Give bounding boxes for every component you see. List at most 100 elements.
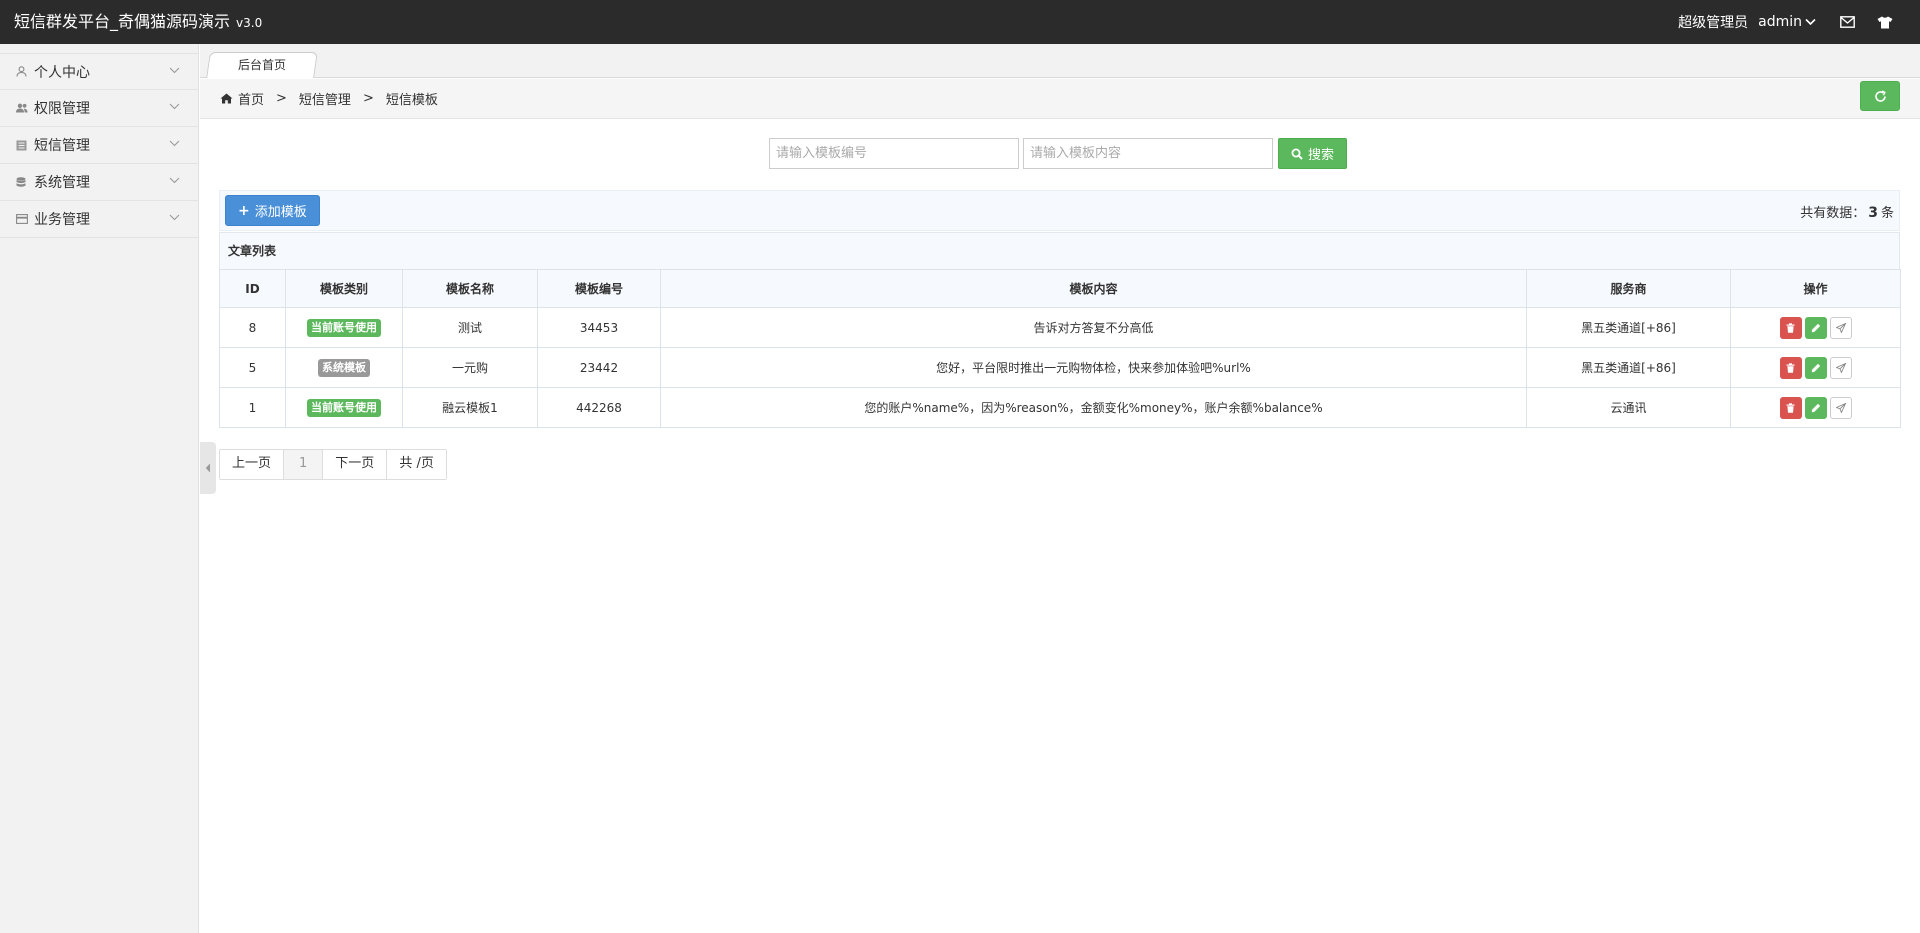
trash-icon: [1786, 402, 1795, 413]
send-button[interactable]: [1829, 396, 1852, 419]
refresh-icon: [1874, 89, 1886, 102]
send-button[interactable]: [1829, 316, 1852, 339]
cell-id: 1: [219, 387, 286, 428]
cell-category: 当前账号使用: [285, 387, 403, 428]
cell-name: 一元购: [402, 347, 538, 388]
table-row: 5 系统模板 一元购 23442 您好，平台限时推出一元购物体检，快来参加体验吧…: [219, 347, 1901, 388]
sidebar-item-system[interactable]: 系统管理: [0, 164, 198, 201]
search-bar: 搜索: [769, 138, 1348, 169]
paper-plane-icon: [1835, 402, 1846, 413]
breadcrumb-sms-management[interactable]: 短信管理: [299, 89, 351, 108]
cell-code: 23442: [537, 347, 661, 388]
paper-plane-icon: [1835, 362, 1846, 373]
cell-content: 您好，平台限时推出一元购物体检，快来参加体验吧%url%: [660, 347, 1527, 388]
category-badge: 当前账号使用: [307, 398, 381, 417]
chevron-down-icon: [1805, 18, 1816, 26]
category-badge: 当前账号使用: [307, 318, 381, 337]
pagination: 上一页 1 下一页 共 /页: [219, 449, 447, 480]
sidebar-item-label: 系统管理: [34, 175, 90, 191]
cell-id: 5: [219, 347, 286, 388]
sidebar-item-business[interactable]: 业务管理: [0, 201, 198, 238]
cell-content: 您的账户%name%，因为%reason%，金额变化%money%，账户余额%b…: [660, 387, 1527, 428]
chevron-down-icon: [169, 140, 180, 147]
app-title-text: 短信群发平台_奇偶猫源码演示: [14, 12, 231, 31]
delete-button[interactable]: [1779, 396, 1802, 419]
column-header-content: 模板内容: [660, 269, 1527, 308]
column-header-provider: 服务商: [1526, 269, 1731, 308]
table-title: 文章列表: [219, 232, 1900, 269]
total-prefix: 共有数据：: [1800, 206, 1866, 221]
template-code-input[interactable]: [769, 138, 1019, 169]
user-role: 超级管理员: [1678, 15, 1749, 31]
current-page[interactable]: 1: [284, 450, 324, 479]
table-row: 8 当前账号使用 测试 34453 告诉对方答复不分高低 黑五类通道[+86]: [219, 307, 1901, 348]
template-content-input[interactable]: [1023, 138, 1273, 169]
refresh-button[interactable]: [1860, 81, 1900, 111]
list-toolbar: + 添加模板 共有数据： 3 条: [219, 190, 1900, 231]
shirt-icon[interactable]: [1876, 13, 1894, 31]
sidebar-item-label: 短信管理: [34, 138, 90, 154]
sidebar: 个人中心 权限管理 短信管理 系统管理 业务管理: [0, 44, 199, 933]
edit-button[interactable]: [1804, 316, 1827, 339]
column-header-actions: 操作: [1730, 269, 1901, 308]
column-header-id: ID: [219, 269, 286, 308]
card-icon: [16, 213, 28, 225]
template-table-panel: 文章列表 ID 模板类别 模板名称 模板编号 模板内容 服务商 操作 8 当前账…: [219, 232, 1901, 428]
trash-icon: [1786, 362, 1795, 373]
chevron-down-icon: [169, 177, 180, 184]
users-icon: [16, 102, 28, 114]
edit-button[interactable]: [1804, 356, 1827, 379]
database-icon: [16, 176, 28, 188]
prev-page-button[interactable]: 上一页: [220, 450, 285, 479]
user-menu[interactable]: admin: [1758, 14, 1816, 30]
search-button[interactable]: 搜索: [1278, 138, 1348, 169]
category-badge: 系统模板: [318, 358, 370, 377]
chevron-left-icon: [205, 463, 210, 473]
delete-button[interactable]: [1779, 316, 1802, 339]
column-header-category: 模板类别: [285, 269, 403, 308]
add-template-label: 添加模板: [254, 205, 307, 220]
top-bar: 短信群发平台_奇偶猫源码演示 v3.0 超级管理员 admin: [0, 0, 1920, 44]
sidebar-item-label: 业务管理: [34, 212, 90, 228]
app-version: v3.0: [236, 16, 263, 30]
cell-actions: [1730, 307, 1901, 348]
cell-code: 34453: [537, 307, 661, 348]
add-template-button[interactable]: + 添加模板: [225, 195, 320, 226]
cell-code: 442268: [537, 387, 661, 428]
paper-plane-icon: [1835, 322, 1846, 333]
pencil-icon: [1811, 403, 1820, 412]
pencil-icon: [1811, 363, 1820, 372]
table-row: 1 当前账号使用 融云模板1 442268 您的账户%name%，因为%reas…: [219, 387, 1901, 428]
sidebar-item-personal-center[interactable]: 个人中心: [0, 53, 198, 90]
tab-bar: 后台首页: [200, 44, 1920, 78]
total-count: 共有数据： 3 条: [1800, 202, 1894, 221]
total-pages: 共 /页: [387, 450, 446, 479]
top-right-area: 超级管理员 admin: [1678, 0, 1894, 44]
sidebar-collapse-handle[interactable]: [200, 442, 216, 494]
user-icon: [16, 66, 28, 78]
cell-name: 测试: [402, 307, 538, 348]
next-page-button[interactable]: 下一页: [323, 450, 388, 479]
cell-actions: [1730, 347, 1901, 388]
edit-button[interactable]: [1804, 396, 1827, 419]
chevron-down-icon: [169, 103, 180, 110]
delete-button[interactable]: [1779, 356, 1802, 379]
mail-icon[interactable]: [1838, 13, 1856, 31]
sidebar-item-permissions[interactable]: 权限管理: [0, 90, 198, 127]
chevron-down-icon: [169, 214, 180, 221]
tab-label: 后台首页: [237, 58, 286, 72]
column-header-code: 模板编号: [537, 269, 661, 308]
breadcrumb-separator: >: [362, 91, 374, 106]
send-button[interactable]: [1829, 356, 1852, 379]
cell-provider: 黑五类通道[+86]: [1526, 347, 1731, 388]
total-number: 3: [1868, 205, 1878, 221]
home-icon: [220, 93, 233, 104]
cell-id: 8: [219, 307, 286, 348]
search-button-label: 搜索: [1308, 148, 1335, 163]
breadcrumb: 首页 > 短信管理 > 短信模板: [200, 79, 1920, 119]
sidebar-item-sms[interactable]: 短信管理: [0, 127, 198, 164]
breadcrumb-home[interactable]: 首页: [238, 89, 264, 108]
cell-category: 系统模板: [285, 347, 403, 388]
tab-home[interactable]: 后台首页: [206, 52, 318, 78]
sidebar-item-label: 个人中心: [34, 64, 90, 81]
